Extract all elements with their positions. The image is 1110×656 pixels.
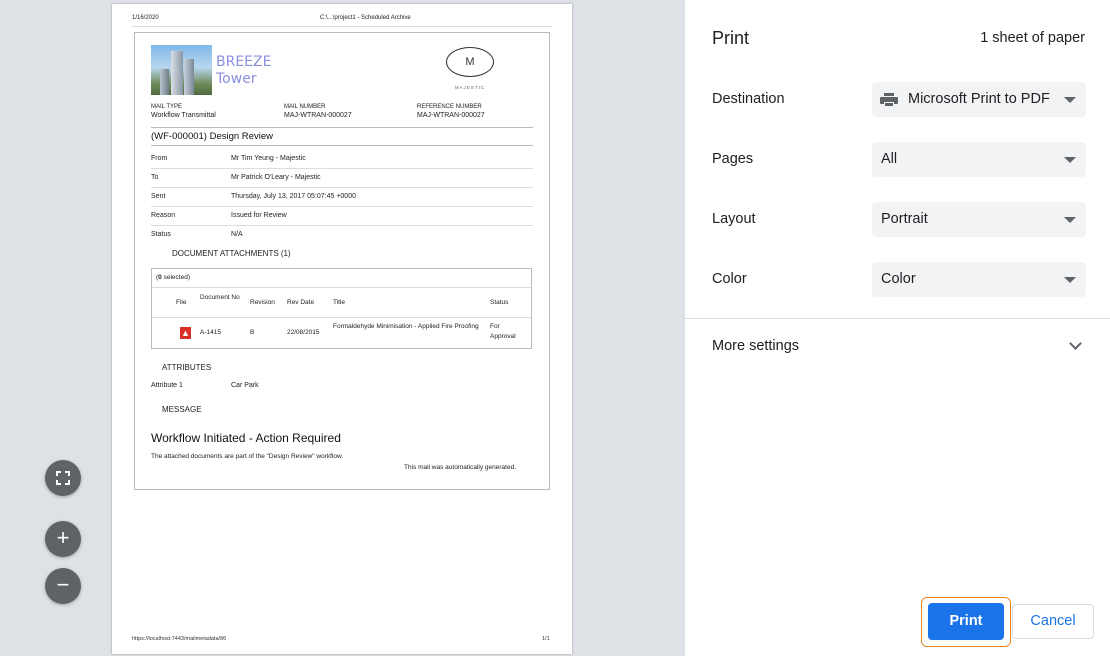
doc-title: Formaldehyde Minimisation - Applied Fire… <box>333 323 479 330</box>
tower-photo <box>151 45 212 95</box>
destination-select[interactable]: Microsoft Print to PDF <box>872 82 1086 117</box>
field-value: Mr Patrick O'Leary - Majestic <box>231 174 321 181</box>
layout-label: Layout <box>712 211 756 227</box>
mail-type-value: Workflow Transmittal <box>151 112 216 119</box>
print-settings-panel: Print 1 sheet of paper Destination Micro… <box>684 0 1110 656</box>
zoom-out-button[interactable]: − <box>45 568 81 604</box>
fit-to-page-icon <box>56 471 70 485</box>
field-value: Issued for Review <box>231 212 287 219</box>
expand-chevron-icon[interactable] <box>1069 337 1082 350</box>
chevron-down-icon <box>1064 97 1076 103</box>
message-body: The attached documents are part of the "… <box>151 453 344 460</box>
column-header: Document No <box>200 294 240 301</box>
message-title: Workflow Initiated - Action Required <box>151 431 341 445</box>
rev-date: 22/08/2015 <box>287 329 320 336</box>
message-heading: MESSAGE <box>162 405 202 414</box>
layout-select[interactable]: Portrait <box>872 202 1086 237</box>
mail-number-value: MAJ-WTRAN-000027 <box>284 112 352 119</box>
selected-count: (0 selected) <box>156 274 190 281</box>
field-value: Mr Tim Yeung - Majestic <box>231 155 306 162</box>
pdf-file-icon[interactable]: ▲ <box>180 327 191 339</box>
field-label: Status <box>151 231 171 238</box>
column-header: Title <box>333 299 346 306</box>
attribute-value: Car Park <box>231 382 259 389</box>
attachments-table: (0 selected) File Document No Revision R… <box>151 268 532 349</box>
column-header: File <box>176 299 187 306</box>
print-button[interactable]: Print <box>928 603 1004 640</box>
field-value: N/A <box>231 231 243 238</box>
auto-generated-note: This mail was automatically generated. <box>404 464 516 471</box>
page-header-rule <box>132 26 552 27</box>
column-header: Status <box>490 299 509 306</box>
chevron-down-icon <box>1064 217 1076 223</box>
divider <box>685 318 1110 319</box>
attribute-label: Attribute 1 <box>151 382 183 389</box>
field-label: Reason <box>151 212 176 219</box>
divider <box>151 127 533 128</box>
brand-name-line1: BREEZE <box>216 54 272 70</box>
page-footer-url: https://localhost:7443/mailmetadata/86 <box>132 636 227 642</box>
printer-icon <box>880 93 898 107</box>
attachments-heading: DOCUMENT ATTACHMENTS (1) <box>172 249 291 258</box>
destination-label: Destination <box>712 91 785 107</box>
page-header-title: C:\...\project1 - Scheduled Archive <box>320 15 411 21</box>
pages-select[interactable]: All <box>872 142 1086 177</box>
majestic-logo: M <box>446 47 494 77</box>
revision: B <box>250 329 255 336</box>
majestic-logo-text: MAJESTIC <box>454 85 486 90</box>
field-label: To <box>151 174 159 181</box>
fit-to-page-button[interactable] <box>45 460 81 496</box>
pages-label: Pages <box>712 151 754 167</box>
zoom-in-button[interactable]: + <box>45 521 81 557</box>
mail-subject: (WF-000001) Design Review <box>151 131 273 142</box>
color-select[interactable]: Color <box>872 262 1086 297</box>
mail-type-label: MAIL TYPE <box>151 104 183 110</box>
mail-number-label: MAIL NUMBER <box>284 104 326 110</box>
print-title: Print <box>712 28 750 48</box>
field-label: Sent <box>151 193 166 200</box>
doc-number: A-1415 <box>200 329 221 336</box>
chevron-down-icon <box>1064 277 1076 283</box>
column-header: Revision <box>250 299 275 306</box>
attributes-heading: ATTRIBUTES <box>162 363 212 372</box>
field-label: From <box>151 155 168 162</box>
column-header: Rev Date <box>287 299 315 306</box>
preview-page: 1/16/2020 C:\...\project1 - Scheduled Ar… <box>112 4 572 654</box>
reference-number-label: REFERENCE NUMBER <box>417 104 482 110</box>
page-header-date: 1/16/2020 <box>132 15 159 21</box>
page-footer-number: 1/1 <box>542 636 550 642</box>
print-preview-area: 1/16/2020 C:\...\project1 - Scheduled Ar… <box>0 0 684 656</box>
color-label: Color <box>712 271 747 287</box>
divider <box>151 145 533 146</box>
doc-status: For Approval <box>490 323 516 340</box>
more-settings-toggle[interactable]: More settings <box>712 338 799 354</box>
mail-document: BREEZE Tower M MAJESTIC MAIL TYPE Workfl… <box>134 32 550 490</box>
field-value: Thursday, July 13, 2017 05:07:45 +0000 <box>231 193 356 200</box>
brand-name-line2: Tower <box>216 71 257 87</box>
reference-number-value: MAJ-WTRAN-000027 <box>417 112 485 119</box>
chevron-down-icon <box>1064 157 1076 163</box>
cancel-button[interactable]: Cancel <box>1012 604 1094 639</box>
sheet-count: 1 sheet of paper <box>980 30 1085 46</box>
